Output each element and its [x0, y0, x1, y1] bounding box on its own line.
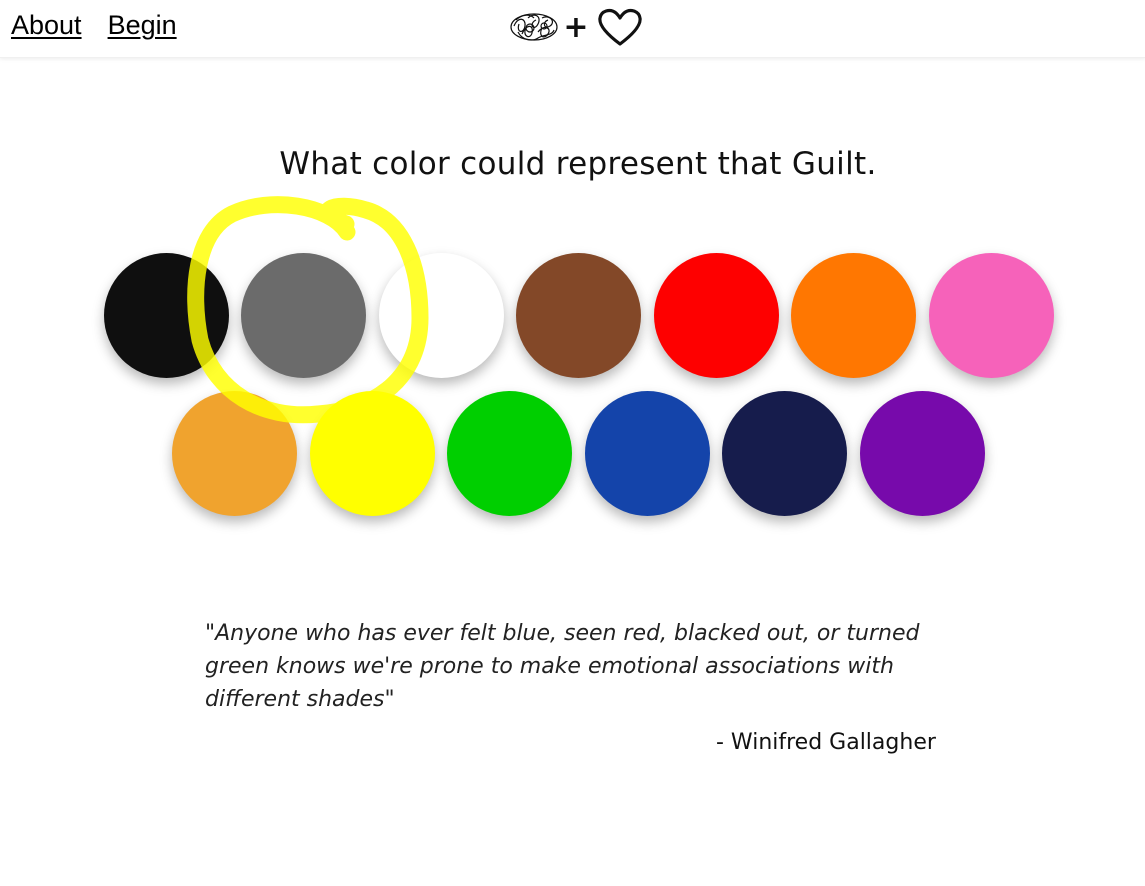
color-swatch-white[interactable] — [379, 253, 504, 378]
color-prompt: What color could represent that Guilt. — [279, 146, 877, 182]
logo-plus: + — [563, 10, 588, 45]
color-swatch-pink[interactable] — [929, 253, 1054, 378]
color-swatch-black[interactable] — [104, 253, 229, 378]
color-swatch-yellow[interactable] — [310, 391, 435, 516]
color-swatch-green[interactable] — [447, 391, 572, 516]
quote-text: "Anyone who has ever felt blue, seen red… — [205, 621, 920, 712]
brain-icon — [510, 13, 558, 41]
nav-links: About Begin — [11, 10, 177, 41]
heart-icon — [598, 8, 642, 46]
color-swatch-orange[interactable] — [791, 253, 916, 378]
color-swatch-navy[interactable] — [722, 391, 847, 516]
brain-plus-heart-logo: + — [510, 8, 642, 46]
top-bar: About Begin + — [0, 0, 1145, 58]
color-swatch-blue[interactable] — [585, 391, 710, 516]
color-swatch-red[interactable] — [654, 253, 779, 378]
color-swatch-brown[interactable] — [516, 253, 641, 378]
color-swatch-gray[interactable] — [241, 253, 366, 378]
color-swatch-purple[interactable] — [860, 391, 985, 516]
about-link[interactable]: About — [11, 10, 82, 41]
begin-link[interactable]: Begin — [108, 10, 177, 41]
quote-author: - Winifred Gallagher — [716, 730, 936, 755]
color-swatch-light-orange[interactable] — [172, 391, 297, 516]
